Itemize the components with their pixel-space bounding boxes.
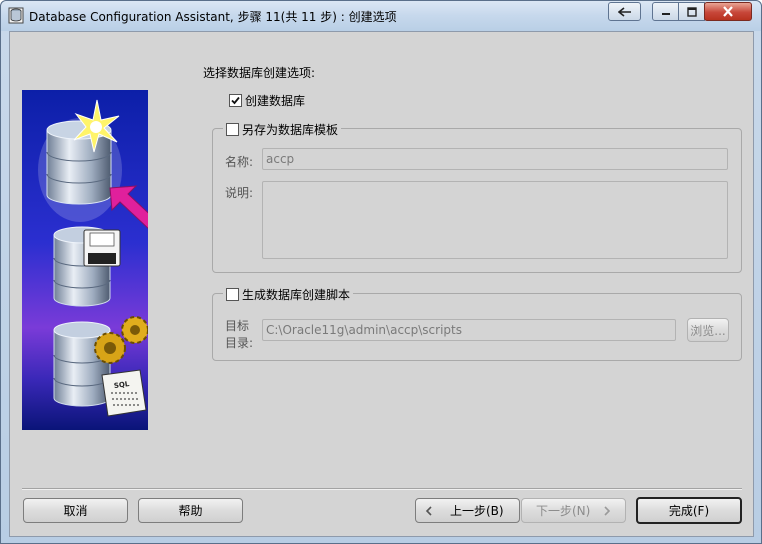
button-separator (22, 488, 742, 490)
help-button[interactable]: 帮助 (138, 498, 243, 523)
title-bar[interactable]: Database Configuration Assistant, 步骤 11(… (1, 1, 761, 31)
save-template-option[interactable]: 另存为数据库模板 (223, 121, 342, 138)
back-button-label: 上一步(B) (450, 504, 504, 518)
generate-scripts-label: 生成数据库创建脚本 (242, 288, 351, 302)
close-button[interactable] (704, 2, 752, 21)
database-banner-image: SQL (22, 90, 148, 430)
dbca-window: Database Configuration Assistant, 步骤 11(… (0, 0, 762, 544)
template-name-field[interactable]: accp (262, 148, 728, 170)
dialog-body: SQL 选择数据库创建选项: 创建数据库 另存为数据库模板 名称: accp 说… (9, 31, 754, 537)
options-prompt: 选择数据库创建选项: (203, 66, 316, 80)
template-description-field[interactable] (262, 181, 728, 259)
generate-scripts-checkbox[interactable] (226, 288, 239, 301)
next-button-label: 下一步(N) (536, 504, 591, 518)
back-icon (617, 6, 631, 17)
create-database-checkbox[interactable] (229, 94, 242, 107)
window-title: Database Configuration Assistant, 步骤 11(… (29, 10, 397, 24)
back-window-button[interactable] (608, 2, 641, 21)
chevron-right-icon (604, 505, 611, 516)
next-button[interactable]: 下一步(N) (521, 498, 626, 523)
destination-label-line1: 目标 (225, 319, 250, 333)
minimize-button[interactable] (652, 2, 679, 21)
save-template-checkbox[interactable] (226, 123, 239, 136)
destination-label-line2: 目录: (225, 336, 254, 350)
close-icon (723, 6, 733, 17)
save-template-label: 另存为数据库模板 (242, 123, 339, 137)
chevron-left-icon (425, 505, 432, 516)
back-button[interactable]: 上一步(B) (415, 498, 520, 523)
maximize-icon (686, 6, 697, 17)
maximize-button[interactable] (678, 2, 705, 21)
finish-button[interactable]: 完成(F) (636, 497, 742, 524)
checkmark-icon (231, 96, 240, 105)
generate-scripts-option[interactable]: 生成数据库创建脚本 (223, 286, 354, 303)
cancel-button[interactable]: 取消 (23, 498, 128, 523)
create-database-option[interactable]: 创建数据库 (229, 92, 305, 109)
destination-directory-field[interactable]: C:\Oracle11g\admin\accp\scripts (262, 319, 676, 341)
database-app-icon (8, 7, 24, 24)
template-name-label: 名称: (225, 155, 254, 169)
create-database-label: 创建数据库 (245, 94, 306, 108)
template-description-label: 说明: (225, 186, 254, 200)
browse-button[interactable]: 浏览... (687, 318, 729, 342)
minimize-icon (661, 12, 670, 15)
